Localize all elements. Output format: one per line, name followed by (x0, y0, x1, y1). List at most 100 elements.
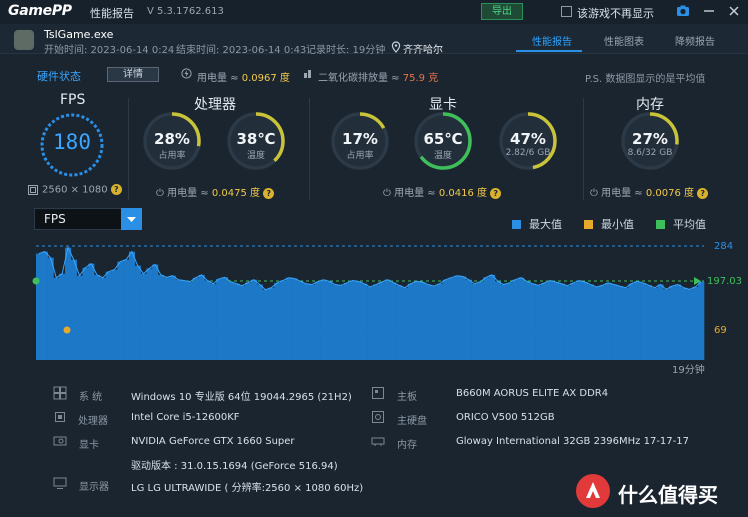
fps-bar (483, 277, 490, 360)
fps-bar (82, 267, 89, 360)
memory-usage-label: 8.6/32 GB (627, 148, 673, 158)
min-marker (63, 326, 71, 334)
minimize-icon[interactable] (702, 4, 716, 18)
fps-bar (576, 280, 583, 360)
fps-bar (233, 283, 240, 360)
ram-label: 内存 (397, 440, 417, 451)
fps-bar (198, 274, 205, 360)
help-icon[interactable]: ? (490, 187, 502, 199)
fps-bar (36, 253, 43, 360)
fps-bar (303, 283, 310, 360)
fps-bar (518, 277, 525, 360)
fps-bar (454, 275, 461, 360)
legend-min-swatch (584, 220, 593, 229)
fps-bar (616, 286, 623, 360)
fps-bar (640, 282, 647, 360)
cpu-usage-text: 28% 占用率 (141, 130, 203, 161)
monitor-icon (28, 185, 38, 195)
close-icon[interactable] (727, 4, 741, 18)
fps-bar (314, 281, 321, 360)
fps-bar (460, 276, 467, 360)
gpu-temp-label: 温度 (433, 151, 452, 161)
fps-bar (471, 283, 478, 360)
hardware-status-label: 硬件状态 (37, 70, 81, 83)
help-icon[interactable]: ? (263, 187, 275, 199)
fps-title: FPS (60, 92, 86, 108)
co2-prefix: 二氧化碳排放量 ≈ (318, 73, 403, 84)
disk-icon (372, 411, 384, 423)
fps-bar (279, 280, 287, 360)
watermark-icon (586, 482, 600, 498)
app-logo: GamePP (8, 3, 72, 19)
camera-icon[interactable] (676, 4, 690, 18)
fps-bar (599, 285, 606, 360)
export-button[interactable]: 导出 (481, 3, 523, 20)
legend-max-label: 最大值 (529, 218, 562, 231)
hide-game-checkbox[interactable] (561, 6, 572, 17)
fps-bar (175, 279, 182, 360)
fps-bar (663, 289, 670, 360)
fps-bar (674, 284, 682, 360)
disk-value: ORICO V500 512GB (456, 412, 555, 423)
co2-value: 75.9 克 (402, 73, 439, 84)
board-value: B660M AORUS ELITE AX DDR4 (456, 388, 609, 399)
watermark-text: 什么值得买 (618, 483, 718, 507)
fps-bar (297, 281, 304, 360)
avg-start-marker (32, 277, 40, 285)
vram-label: 2.82/6 GB (505, 148, 551, 158)
chevron-down-icon (127, 217, 136, 222)
gpu-usage-text: 17% 占用率 (329, 130, 391, 161)
fps-bar (651, 287, 658, 360)
co2-icon (304, 70, 311, 78)
memory-power-prefix: 用电量 ≈ (601, 188, 646, 199)
tab-performance-chart[interactable]: 性能图表 (604, 33, 644, 48)
fps-bar (413, 281, 420, 360)
cpu-usage-value: 28% (154, 130, 190, 148)
divider (309, 98, 310, 200)
help-icon[interactable]: ? (110, 184, 122, 195)
fps-bar (309, 284, 316, 360)
fps-bar (448, 277, 455, 360)
gpu-temp-text: 65℃ 温度 (412, 130, 474, 161)
legend-min-label: 最小值 (601, 218, 634, 231)
fps-bar (204, 280, 211, 360)
power-icon (181, 68, 192, 79)
end-time: 结束时间: 2023-06-14 0:43 (176, 45, 307, 56)
duration-label: 19分钟 (672, 363, 705, 376)
dropdown-toggle[interactable] (121, 208, 142, 230)
monitor-label: 显示器 (79, 482, 109, 493)
fps-bar (605, 282, 612, 360)
cpu-temp-text: 38℃ 温度 (225, 130, 287, 161)
city-label: 齐齐哈尔 (403, 45, 443, 56)
total-power: 用电量 ≈ 0.0967 度 (197, 69, 290, 84)
memory-power-value: 0.0076 度 (645, 188, 695, 199)
total-power-value: 0.0967 度 (241, 73, 290, 84)
fps-bar (564, 285, 571, 360)
divider (128, 98, 129, 200)
co2-emission: 二氧化碳排放量 ≈ 75.9 克 (318, 69, 438, 84)
tab-throttle-report[interactable]: 降频报告 (675, 33, 715, 48)
fps-bar (425, 284, 432, 360)
tab-performance-report[interactable]: 性能报告 (532, 33, 572, 48)
fps-bar (349, 280, 356, 360)
min-label: 69 (714, 325, 727, 336)
fps-bar (326, 281, 333, 360)
fps-bar (593, 286, 600, 360)
fps-bar (582, 282, 589, 360)
location-icon (391, 41, 401, 53)
fps-bar (436, 283, 443, 360)
fps-bar (111, 269, 118, 360)
legend-avg: 平均值 (656, 216, 706, 232)
fps-bar (210, 283, 217, 360)
fps-bar (523, 281, 531, 360)
gpu-info-label: 显卡 (79, 440, 99, 451)
fps-bar (146, 268, 153, 360)
help-icon[interactable]: ? (697, 187, 709, 199)
fps-bar (430, 286, 438, 360)
fps-bar (512, 279, 519, 360)
vram-text: 47% 2.82/6 GB (497, 130, 559, 158)
os-value: Windows 10 专业版 64位 19044.2965 (21H2) (131, 392, 352, 403)
fps-bar (628, 283, 635, 360)
watermark-logo (576, 474, 610, 508)
detail-button[interactable]: 详情 (107, 67, 159, 82)
